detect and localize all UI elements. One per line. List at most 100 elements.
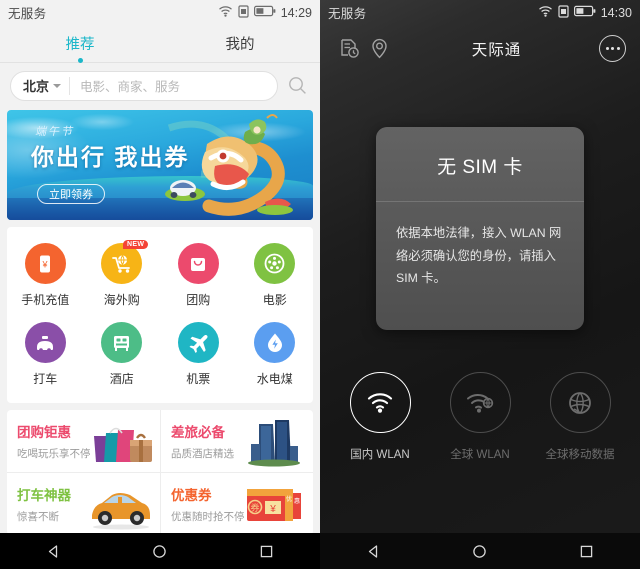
grid-item-overseas[interactable]: NEW 海外购 (84, 237, 161, 316)
grid-item-label: 电影 (262, 293, 287, 307)
mode-label: 全球移动数据 (545, 449, 615, 462)
grid-item-groupbuy[interactable]: 团购 (160, 237, 237, 316)
tab-recommend[interactable]: 推荐 (0, 33, 160, 63)
grid-item-hotel[interactable]: 酒店 (84, 316, 161, 395)
dual-screenshot-comparison: 无服务 14:29 推荐 我的 北京 电影、商家、服务 端午节 你出行 我出券 … (0, 0, 640, 569)
grid-item-label: 团购 (186, 293, 211, 307)
svg-text:¥: ¥ (269, 504, 276, 515)
taxi-icon (24, 322, 66, 363)
battery-icon (573, 5, 596, 20)
tab-recommend-label: 推荐 (65, 37, 95, 53)
home-icon[interactable] (463, 533, 497, 569)
new-badge: NEW (123, 240, 149, 249)
hotel-bed-icon (101, 322, 143, 363)
location-pin-icon[interactable] (364, 34, 394, 64)
promo-row: 打车神器 惊喜不断 优惠券 优惠随时抢不停 券 ¥ 优 惠 (7, 473, 313, 533)
city-selector[interactable]: 北京 (15, 76, 71, 95)
dialog-message: 依据本地法律，接入 WLAN 网络必须确认您的身份，请插入 SIM 卡。 (396, 226, 562, 286)
left-status-bar: 无服务 14:29 (0, 0, 320, 25)
svg-text:惠: 惠 (294, 497, 300, 505)
back-icon[interactable] (36, 533, 70, 569)
search-row: 北京 电影、商家、服务 (0, 63, 320, 108)
grid-item-taxi[interactable]: 打车 (7, 316, 84, 395)
battery-icon (253, 5, 276, 20)
phone-recharge-icon: ¥ (24, 243, 66, 284)
film-reel-icon (254, 243, 296, 284)
promo-banner[interactable]: 端午节 你出行 我出券 立即领券 (7, 110, 313, 220)
tab-bar: 推荐 我的 (0, 25, 320, 63)
utility-drop-icon (254, 322, 296, 363)
shopping-bags-gift-art (94, 427, 152, 462)
promo-coupon[interactable]: 优惠券 优惠随时抢不停 券 ¥ 优 惠 (160, 473, 313, 533)
left-android-nav-bar (0, 533, 320, 569)
right-status-bar: 无服务 14:30 (320, 0, 640, 25)
dialog-title: 无 SIM 卡 (437, 157, 523, 178)
tab-mine-label: 我的 (225, 37, 255, 53)
chevron-down-icon (53, 83, 62, 88)
back-icon[interactable] (356, 533, 390, 569)
grid-item-label: 水电煤 (256, 372, 293, 386)
status-icons: 14:30 (538, 4, 632, 21)
dot (616, 47, 620, 50)
right-android-nav-bar (320, 533, 640, 569)
mode-global-wlan[interactable]: 全球 WLAN (444, 372, 516, 462)
promo-card-list: 团购钜惠 吃喝玩乐享不停 差旅必备 品质酒店精选 打车神器 惊喜不断 优惠券 优… (7, 410, 313, 533)
promo-title: 打车神器 (17, 488, 71, 503)
mode-domestic-wlan[interactable]: 国内 WLAN (344, 372, 416, 462)
globe-data-icon (549, 372, 611, 434)
home-icon[interactable] (143, 533, 177, 569)
mode-global-data[interactable]: 全球移动数据 (544, 372, 616, 462)
promo-subtitle: 品质酒店精选 (171, 448, 234, 460)
grid-item-label: 打车 (33, 372, 58, 386)
search-input[interactable]: 电影、商家、服务 (70, 76, 273, 95)
left-phone-screen: 无服务 14:29 推荐 我的 北京 电影、商家、服务 端午节 你出行 我出券 … (0, 0, 320, 569)
promo-business-travel[interactable]: 差旅必备 品质酒店精选 (160, 410, 313, 472)
grid-item-utilities[interactable]: 水电煤 (237, 316, 314, 395)
promo-title: 差旅必备 (171, 425, 225, 440)
service-grid: ¥ 手机充值 NEW 海外购 团购 电影 打车 酒店 机票 水电煤 (7, 227, 313, 403)
mode-label: 国内 WLAN (350, 449, 410, 462)
airplane-icon (177, 322, 219, 363)
status-icons: 14:29 (218, 4, 312, 21)
more-options-icon[interactable] (599, 35, 626, 62)
right-content: 无 SIM 卡 依据本地法律，接入 WLAN 网络必须确认您的身份，请插入 SI… (320, 72, 640, 533)
recents-icon[interactable] (250, 533, 284, 569)
svg-text:¥: ¥ (42, 259, 49, 269)
content-scroll-area[interactable]: 端午节 你出行 我出券 立即领券 ¥ 手机充值 NEW 海外购 团购 电影 打车… (0, 108, 320, 533)
promo-subtitle: 优惠随时抢不停 (171, 511, 245, 523)
mode-label: 全球 WLAN (450, 449, 510, 462)
grid-item-movie[interactable]: 电影 (237, 237, 314, 316)
banner-headline: 你出行 我出券 (31, 144, 190, 170)
search-icon[interactable] (284, 73, 310, 99)
order-history-icon[interactable] (334, 34, 364, 64)
app-bar: 天际通 (320, 25, 640, 72)
no-sim-dialog: 无 SIM 卡 依据本地法律，接入 WLAN 网络必须确认您的身份，请插入 SI… (376, 127, 584, 331)
banner-cta-button[interactable]: 立即领券 (37, 184, 105, 204)
active-tab-indicator (77, 58, 83, 63)
connection-mode-selector: 国内 WLAN 全球 WLAN 全球移动数据 (320, 372, 640, 462)
promo-taxi[interactable]: 打车神器 惊喜不断 (7, 473, 160, 533)
grid-item-label: 机票 (186, 372, 211, 386)
promo-subtitle: 惊喜不断 (17, 511, 59, 523)
recents-icon[interactable] (570, 533, 604, 569)
grid-item-flight[interactable]: 机票 (160, 316, 237, 395)
global-wifi-icon (449, 372, 511, 434)
promo-title: 优惠券 (171, 488, 212, 503)
grid-item-label: 海外购 (103, 293, 140, 307)
city-label: 北京 (23, 79, 50, 94)
grid-item-phone-recharge[interactable]: ¥ 手机充值 (7, 237, 84, 316)
dot (605, 47, 609, 50)
wifi-icon (349, 372, 411, 434)
wifi-icon (218, 5, 233, 20)
orange-car-art (92, 493, 150, 530)
grid-item-label: 酒店 (109, 372, 134, 386)
skyscrapers-art (248, 420, 300, 467)
clock-label: 14:29 (280, 5, 312, 20)
banner-festival-label: 端午节 (35, 126, 74, 138)
tab-mine[interactable]: 我的 (160, 33, 320, 54)
wifi-icon (538, 5, 553, 20)
promo-groupbuy[interactable]: 团购钜惠 吃喝玩乐享不停 (7, 410, 160, 472)
search-bar[interactable]: 北京 电影、商家、服务 (10, 70, 278, 101)
svg-text:优: 优 (286, 495, 292, 503)
grid-item-label: 手机充值 (21, 293, 70, 307)
